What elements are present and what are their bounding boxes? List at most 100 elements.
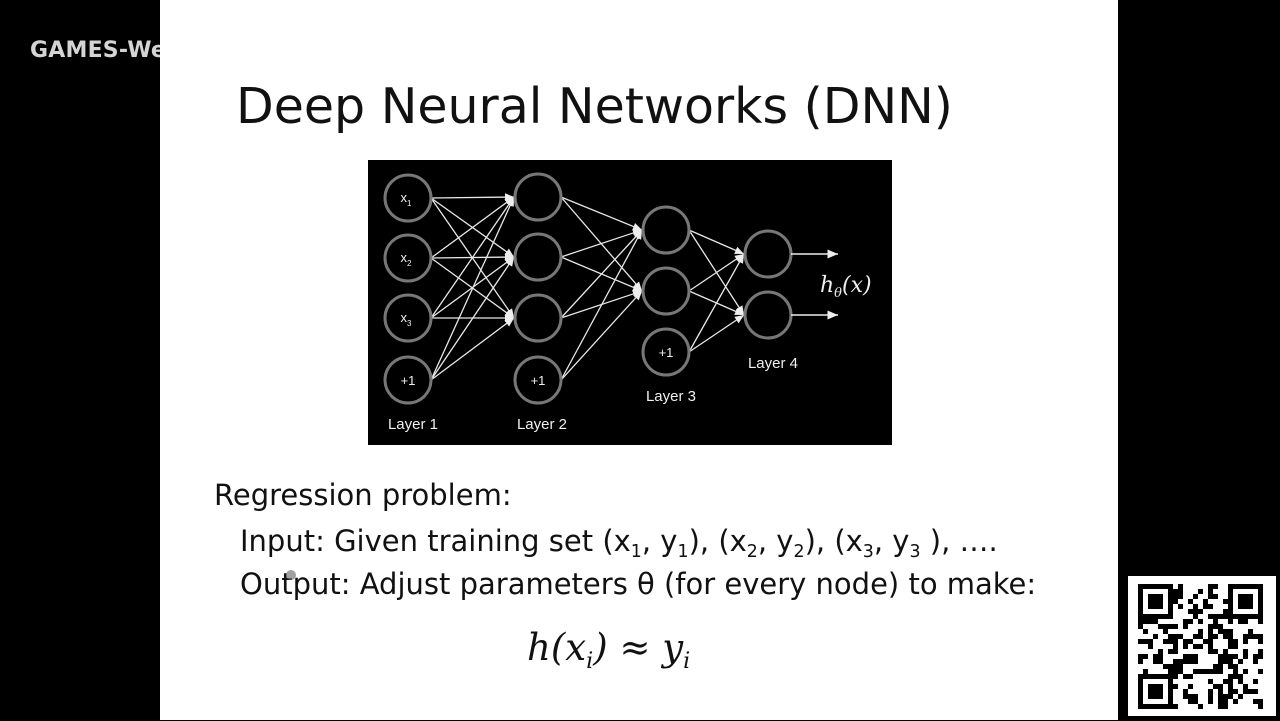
qr-module <box>1188 609 1193 614</box>
qr-module <box>1203 604 1208 609</box>
qr-module <box>1138 619 1143 624</box>
qr-module <box>1238 674 1243 679</box>
qr-module <box>1223 659 1228 664</box>
qr-module <box>1208 639 1213 644</box>
node-l2-3 <box>513 293 563 343</box>
slide-title: Deep Neural Networks (DNN) <box>236 78 953 135</box>
qr-module <box>1178 669 1183 674</box>
qr-module <box>1228 679 1233 684</box>
qr-module <box>1218 689 1223 694</box>
qr-module <box>1173 664 1178 669</box>
qr-module <box>1253 699 1258 704</box>
qr-module <box>1198 619 1203 624</box>
output-line: Output: Adjust parameters θ (for every n… <box>240 567 1037 601</box>
qr-module <box>1258 649 1263 654</box>
qr-module <box>1183 639 1188 644</box>
qr-module <box>1183 689 1188 694</box>
qr-module <box>1238 679 1243 684</box>
qr-module <box>1228 674 1233 679</box>
qr-module <box>1143 639 1148 644</box>
network-edge <box>688 253 745 292</box>
qr-module <box>1193 659 1198 664</box>
qr-module <box>1218 624 1223 629</box>
qr-module <box>1148 684 1163 699</box>
qr-module <box>1208 584 1213 589</box>
qr-module <box>1228 659 1233 664</box>
qr-module <box>1138 624 1143 629</box>
qr-module <box>1218 664 1223 669</box>
qr-module <box>1223 649 1228 654</box>
qr-module <box>1198 644 1203 649</box>
node-l3-1 <box>641 205 691 255</box>
qr-module <box>1143 654 1148 659</box>
qr-module <box>1173 634 1178 639</box>
qr-module <box>1258 634 1263 639</box>
node-l2-2 <box>513 232 563 282</box>
qr-module <box>1168 649 1173 654</box>
qr-module <box>1243 669 1248 674</box>
qr-module <box>1243 684 1248 689</box>
qr-module <box>1208 634 1213 639</box>
qr-module <box>1248 689 1253 694</box>
qr-module <box>1228 684 1233 689</box>
qr-module <box>1183 694 1188 699</box>
qr-module <box>1158 654 1163 659</box>
qr-module <box>1208 629 1213 634</box>
qr-module <box>1188 639 1193 644</box>
qr-module <box>1223 654 1228 659</box>
qr-module <box>1223 629 1228 634</box>
qr-module <box>1173 704 1178 709</box>
qr-module <box>1228 654 1233 659</box>
qr-module <box>1193 654 1198 659</box>
qr-module <box>1138 639 1143 644</box>
qr-module <box>1163 639 1168 644</box>
qr-module <box>1183 624 1188 629</box>
qr-module <box>1168 664 1173 669</box>
qr-module <box>1173 649 1178 654</box>
qr-module <box>1253 634 1258 639</box>
qr-module <box>1213 584 1218 589</box>
network-svg: x1 x2 x3 +1 +1 +1 Layer 1 Layer 2 Layer … <box>383 172 872 433</box>
qr-module <box>1168 669 1173 674</box>
qr-module <box>1238 659 1243 664</box>
qr-module <box>1173 624 1178 629</box>
qr-module <box>1178 589 1183 594</box>
qr-module <box>1138 654 1143 659</box>
slide: Deep Neural Networks (DNN) x1 x2 x3 +1 +… <box>160 0 1118 720</box>
qr-module <box>1173 639 1178 644</box>
qr-module <box>1238 694 1243 699</box>
qr-module <box>1178 634 1183 639</box>
qr-module <box>1243 649 1248 654</box>
qr-module <box>1193 669 1198 674</box>
network-edge <box>430 317 515 381</box>
qr-module <box>1163 629 1168 634</box>
qr-module <box>1238 594 1253 609</box>
qr-module <box>1183 659 1188 664</box>
qr-module <box>1238 619 1243 624</box>
network-edge <box>430 193 515 202</box>
qr-module <box>1138 659 1143 664</box>
qr-module <box>1213 619 1218 624</box>
qr-module <box>1258 639 1263 644</box>
qr-module <box>1188 659 1193 664</box>
node-x1 <box>383 173 433 223</box>
qr-module <box>1248 629 1253 634</box>
qr-module <box>1173 684 1178 689</box>
qr-module <box>1188 654 1193 659</box>
qr-module <box>1143 629 1148 634</box>
qr-module <box>1188 674 1193 679</box>
qr-module <box>1168 634 1173 639</box>
qr-module <box>1173 669 1178 674</box>
qr-module <box>1243 619 1248 624</box>
qr-module <box>1158 659 1163 664</box>
qr-module <box>1208 699 1213 704</box>
neural-network-diagram: x1 x2 x3 +1 +1 +1 Layer 1 Layer 2 Layer … <box>368 160 892 445</box>
qr-module <box>1153 634 1158 639</box>
qr-module <box>1233 664 1238 669</box>
qr-module <box>1258 619 1263 624</box>
qr-module <box>1203 669 1208 674</box>
qr-module <box>1203 599 1208 604</box>
node-l2-1 <box>513 172 563 222</box>
bias-layer2-label: +1 <box>531 373 546 388</box>
qr-module <box>1208 594 1213 599</box>
